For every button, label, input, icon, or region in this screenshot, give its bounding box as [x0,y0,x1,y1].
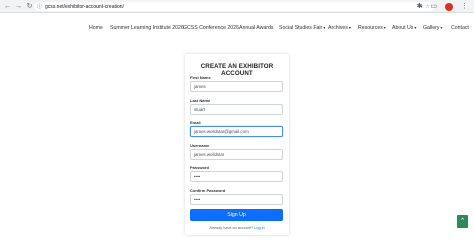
extensions-icon[interactable]: ✱ [417,2,423,11]
forward-icon[interactable]: → [14,2,23,11]
nav-resources[interactable]: Resources▾ [358,25,386,31]
nav-home-label: Home [89,25,103,31]
profile-avatar[interactable] [445,2,453,11]
nav-social-studies-fair-label: Social Studies Fair [279,25,323,31]
nav-about-us-label: About Us [392,25,414,31]
confirm-password-input[interactable]: •••• [190,194,283,205]
username-input[interactable]: james.weildstar [190,149,283,160]
login-prompt: Already have an account? Log in [185,226,289,230]
chevron-down-icon: ▾ [414,25,417,30]
nav-archives-label: Archives [328,25,348,31]
chevron-down-icon: ▾ [323,25,326,30]
email-input[interactable]: james.weildstar@gmail.com [190,126,283,137]
chevron-down-icon: ▾ [348,25,351,30]
chevron-down-icon: ▾ [440,25,443,30]
nav-resources-label: Resources [358,25,383,31]
browser-toolbar: ← → ↻ ⓘ gcss.net/exhibitor-account-creat… [0,0,474,13]
site-info-icon[interactable]: ⓘ [37,3,42,10]
back-icon[interactable]: ← [3,2,12,11]
nav-annual-awards-label: Annual Awards [239,25,274,31]
last-name-label: Last Name [190,98,211,103]
url-text[interactable]: gcss.net/exhibitor-account-creation/ [45,4,124,10]
nav-conference[interactable]: GCSS Conference 2026 [183,25,239,31]
chevron-down-icon: ▾ [383,25,386,30]
first-name-label: First Name [190,75,211,80]
sign-up-button[interactable]: Sign Up [190,209,283,221]
chevron-up-icon: ⌃ [459,218,466,225]
login-link[interactable]: Log in [254,226,264,230]
confirm-password-label: Confirm Password [190,188,226,193]
nav-gallery[interactable]: Gallery▾ [423,25,442,31]
nav-archives[interactable]: Archives▾ [328,25,351,31]
nav-about-us[interactable]: About Us▾ [392,25,416,31]
email-label: Email [190,120,201,125]
scroll-to-top-button[interactable]: ⌃ [457,215,468,228]
nav-conference-label: GCSS Conference 2026 [183,25,239,31]
nav-summer-institute[interactable]: Summer Learning Institute 2026 [110,25,184,31]
nav-contact-label: Contact [451,25,469,31]
password-label: Password [190,165,209,170]
nav-gallery-label: Gallery [423,25,440,31]
password-input[interactable]: •••• [190,171,283,182]
first-name-input[interactable]: james [190,81,283,92]
sidebar-icon[interactable]: ▭ [430,2,437,11]
nav-summer-institute-label: Summer Learning Institute 2026 [110,25,184,31]
exhibitor-account-form: CREATE AN EXHIBITOR ACCOUNT First Name j… [185,54,289,235]
menu-icon[interactable]: ⋮ [461,2,468,11]
login-prompt-text: Already have an account? [209,226,254,230]
site-navigation: Home Summer Learning Institute 2026 GCSS… [0,25,474,35]
nav-home[interactable]: Home [89,25,103,31]
reload-icon[interactable]: ↻ [25,2,34,11]
last-name-input[interactable]: stuart [190,104,283,115]
nav-annual-awards[interactable]: Annual Awards [239,25,274,31]
nav-contact[interactable]: Contact [451,25,469,31]
address-bar[interactable]: ⓘ gcss.net/exhibitor-account-creation/ ⇆… [34,2,434,11]
username-label: Username [190,143,210,148]
nav-social-studies-fair[interactable]: Social Studies Fair▾ [279,25,325,31]
